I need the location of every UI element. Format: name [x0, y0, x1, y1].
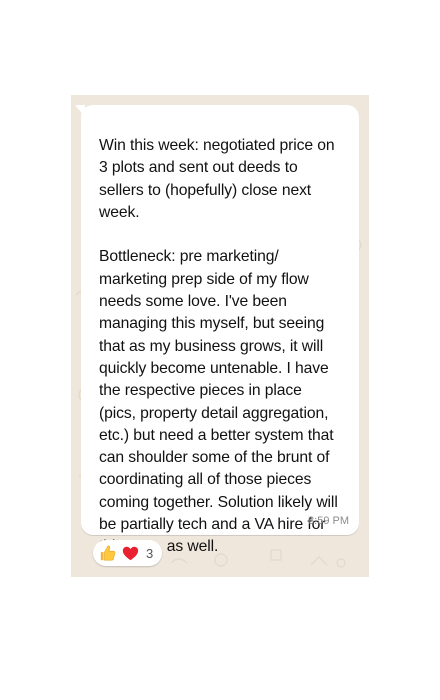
thumbs-up-icon — [98, 543, 118, 563]
red-heart-icon — [120, 543, 140, 563]
reactions-pill[interactable]: 3 — [93, 540, 163, 566]
reaction-count: 3 — [146, 545, 154, 561]
chat-background: Win this week: negotiated price on 3 plo… — [71, 95, 369, 577]
message-text: Win this week: negotiated price on 3 plo… — [99, 137, 338, 556]
message-bubble[interactable]: Win this week: negotiated price on 3 plo… — [81, 105, 359, 555]
message-timestamp: 8:59 PM — [308, 515, 349, 527]
